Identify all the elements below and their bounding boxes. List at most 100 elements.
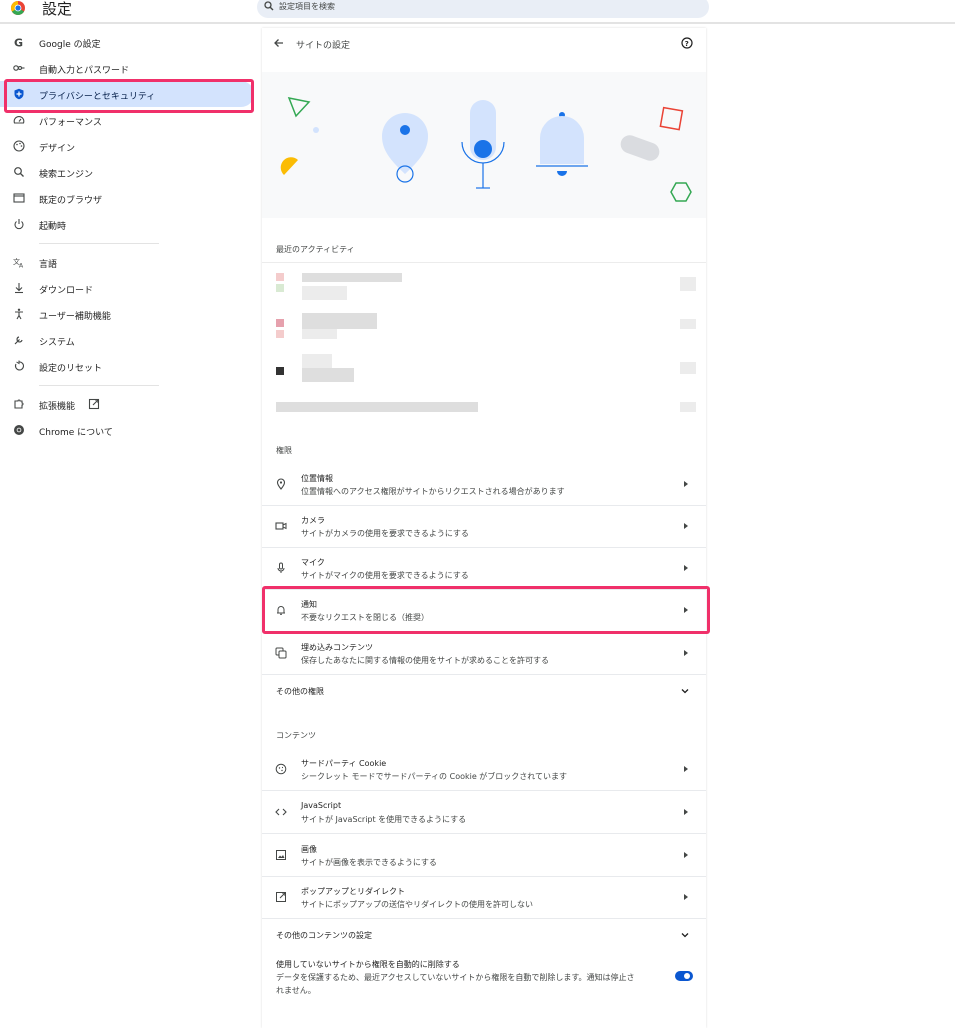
help-icon[interactable]: ? <box>681 37 693 49</box>
chrome-icon <box>14 425 24 435</box>
sidebar-item-label: 自動入力とパスワード <box>39 66 130 76</box>
hero-banner <box>262 72 706 218</box>
puzzle-icon <box>14 399 24 409</box>
svg-text:G: G <box>14 37 23 49</box>
sidebar-item-autofill[interactable]: 自動入力とパスワード <box>0 55 254 81</box>
permission-row-microphone[interactable]: マイク サイトがマイクの使用を要求できるようにする <box>262 548 706 590</box>
svg-text:?: ? <box>685 40 689 48</box>
permissions-title: 権限 <box>276 446 292 455</box>
sidebar-item-label: パフォーマンス <box>39 118 102 128</box>
more-content-label: その他のコンテンツの設定 <box>276 931 372 940</box>
row-title: サードパーティ Cookie <box>301 759 387 768</box>
key-icon <box>13 65 25 71</box>
chevron-right-icon <box>684 650 688 656</box>
permission-row-camera[interactable]: カメラ サイトがカメラの使用を要求できるようにする <box>262 506 706 548</box>
sidebar-item-label: ダウンロード <box>39 286 94 296</box>
content-row-popups[interactable]: ポップアップとリダイレクト サイトにポップアップの送信やリダイレクトの使用を許可… <box>262 877 706 919</box>
row-title: ポップアップとリダイレクト <box>301 887 405 896</box>
row-title: JavaScript <box>301 801 342 810</box>
sidebar-item-label: Chrome について <box>39 428 113 438</box>
content-row-javascript[interactable]: JavaScript サイトが JavaScript を使用できるようにする <box>262 792 706 834</box>
translate-icon: 文A <box>13 257 24 269</box>
chevron-down-icon <box>681 689 689 694</box>
row-subtitle: シークレット モードでサードパーティの Cookie がブロックされています <box>301 772 568 781</box>
hero-illustration <box>280 96 692 202</box>
search-icon <box>264 1 274 11</box>
search-input[interactable]: 設定項目を検索 <box>257 0 709 18</box>
speedometer-icon <box>13 116 25 124</box>
row-title: 位置情報 <box>301 474 333 483</box>
recent-activity-title: 最近のアクティビティ <box>276 245 355 254</box>
sidebar-divider <box>39 243 159 244</box>
row-subtitle: サイトにポップアップの送信やリダイレクトの使用を許可しない <box>301 900 533 909</box>
open-external-icon <box>88 398 100 410</box>
sidebar-item-reset[interactable]: 設定のリセット <box>0 353 254 379</box>
more-permissions-label: その他の権限 <box>276 687 324 696</box>
browser-window-icon <box>13 193 25 203</box>
sidebar-item-downloads[interactable]: ダウンロード <box>0 275 254 301</box>
sidebar-item-label: 検索エンジン <box>39 170 94 180</box>
open-external-icon <box>276 892 286 902</box>
sidebar-item-label: 起動時 <box>39 222 67 232</box>
svg-text:A: A <box>19 263 24 269</box>
chrome-logo-icon <box>11 1 25 15</box>
accessibility-icon <box>15 308 23 320</box>
sidebar-divider <box>39 385 159 386</box>
sidebar-item-system[interactable]: システム <box>0 327 254 353</box>
row-title: カメラ <box>301 516 325 525</box>
sidebar-item-accessibility[interactable]: ユーザー補助機能 <box>0 301 254 327</box>
sidebar-item-label: 拡張機能 <box>39 402 76 412</box>
chevron-right-icon <box>684 565 688 571</box>
sidebar-item-design[interactable]: デザイン <box>0 133 254 159</box>
sidebar-item-default-browser[interactable]: 既定のブラウザ <box>0 185 254 211</box>
google-g-icon: G <box>14 37 23 49</box>
chevron-down-icon <box>681 933 689 938</box>
sidebar-item-about[interactable]: Chrome について <box>0 417 254 443</box>
row-title: 埋め込みコンテンツ <box>301 643 373 652</box>
row-subtitle: 位置情報へのアクセス権限がサイトからリクエストされる場合があります <box>301 487 565 496</box>
content-row-images[interactable]: 画像 サイトが画像を表示できるようにする <box>262 835 706 877</box>
content-title: コンテンツ <box>276 731 316 740</box>
content-row-third-party-cookies[interactable]: サードパーティ Cookie シークレット モードでサードパーティの Cooki… <box>262 749 706 791</box>
row-subtitle: サイトが JavaScript を使用できるようにする <box>301 815 467 824</box>
toggle-knob <box>684 973 690 979</box>
sidebar-item-label: システム <box>39 338 75 348</box>
permission-row-location[interactable]: 位置情報 位置情報へのアクセス権限がサイトからリクエストされる場合があります <box>262 464 706 506</box>
sidebar-item-label: ユーザー補助機能 <box>39 312 111 322</box>
more-permissions-expander[interactable]: その他の権限 <box>262 676 706 708</box>
power-icon <box>14 219 24 230</box>
chevron-right-icon <box>684 852 688 858</box>
chevron-right-icon <box>684 809 688 815</box>
sidebar-item-label: 設定のリセット <box>39 364 103 374</box>
auto-remove-description-cont: れません。 <box>276 986 316 995</box>
auto-remove-toggle[interactable] <box>675 971 693 981</box>
more-content-expander[interactable]: その他のコンテンツの設定 <box>262 920 706 952</box>
download-icon <box>15 283 23 294</box>
permission-row-embedded-content[interactable]: 埋め込みコンテンツ 保存したあなたに関する情報の使用をサイトが求めることを許可す… <box>262 633 706 675</box>
highlight-annotation-notifications <box>262 586 710 634</box>
page-title: サイトの設定 <box>296 41 351 51</box>
chevron-right-icon <box>684 481 688 487</box>
sidebar-item-google[interactable]: G Google の設定 <box>0 29 254 55</box>
sidebar-item-languages[interactable]: 文A 言語 <box>0 249 254 275</box>
wrench-icon <box>14 336 23 345</box>
sidebar-item-label: Google の設定 <box>39 40 101 50</box>
auto-remove-description: データを保護するため、最近アクセスしていないサイトから権限を自動で削除します。通… <box>276 973 635 982</box>
chevron-right-icon <box>684 523 688 529</box>
sidebar-item-extensions[interactable]: 拡張機能 <box>0 391 254 417</box>
app-title: 設定 <box>42 0 73 18</box>
back-arrow-icon[interactable] <box>273 37 285 49</box>
sidebar-item-search-engine[interactable]: 検索エンジン <box>0 159 254 185</box>
row-subtitle: 保存したあなたに関する情報の使用をサイトが求めることを許可する <box>301 656 549 665</box>
embedded-content-icon <box>275 647 287 659</box>
palette-icon <box>13 140 25 152</box>
row-title: 画像 <box>301 845 317 854</box>
chevron-right-icon <box>684 766 688 772</box>
camera-icon <box>275 522 287 530</box>
code-icon <box>275 808 287 816</box>
row-subtitle: サイトが画像を表示できるようにする <box>301 858 437 867</box>
location-pin-icon <box>276 478 286 490</box>
reset-icon <box>14 360 25 371</box>
row-title: マイク <box>301 558 325 567</box>
sidebar-item-on-startup[interactable]: 起動時 <box>0 211 254 237</box>
